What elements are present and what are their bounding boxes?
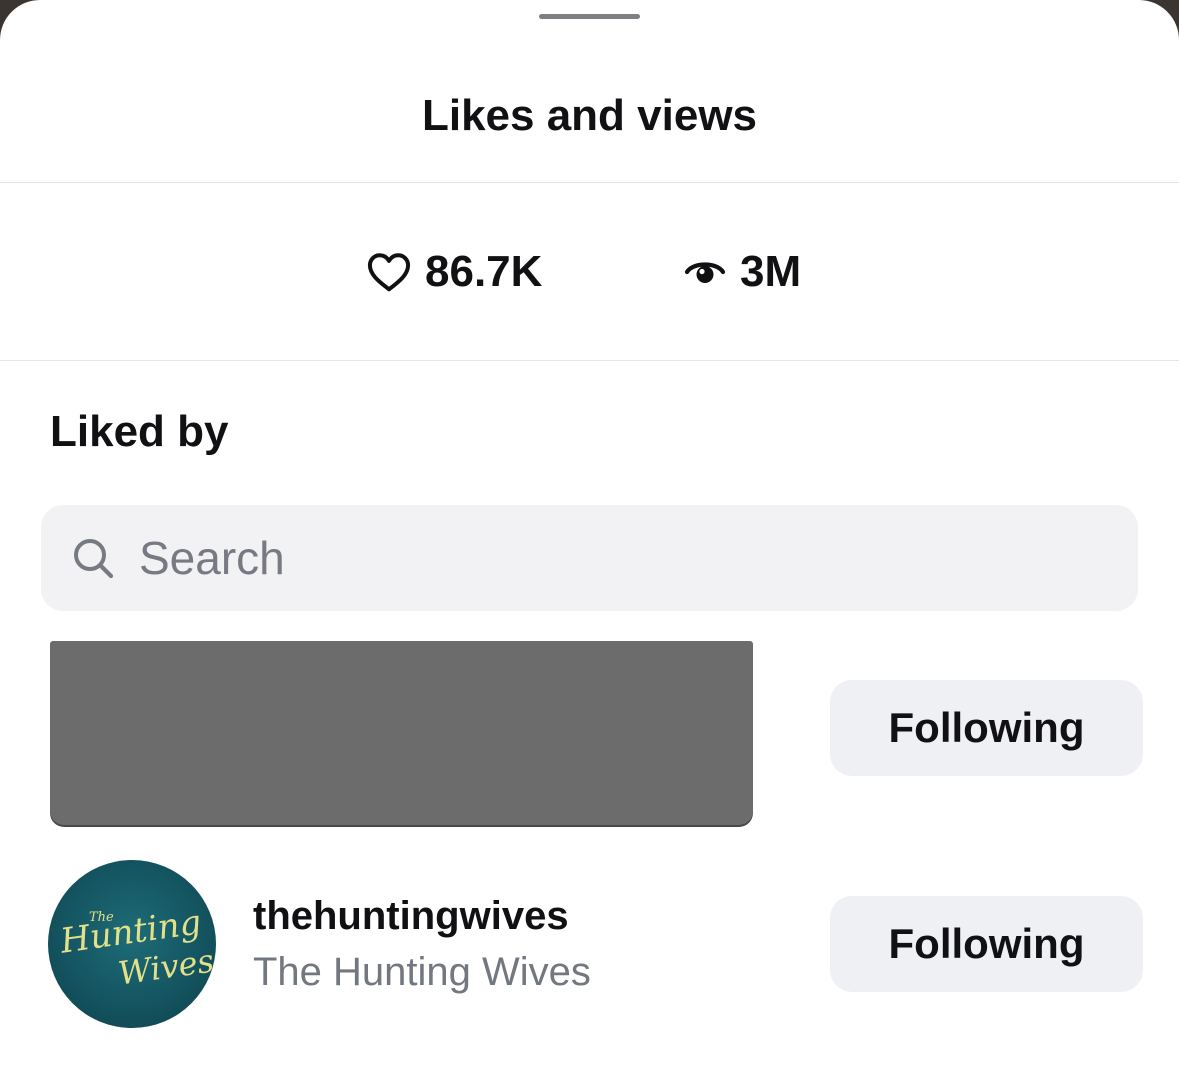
display-name: The Hunting Wives	[253, 950, 591, 994]
views-count: 3M	[740, 247, 802, 296]
redacted-user-row	[50, 641, 753, 825]
following-button[interactable]: Following	[830, 896, 1143, 992]
views-stat: 3M	[684, 242, 801, 302]
search-icon	[71, 536, 115, 580]
username[interactable]: thehuntingwives	[253, 892, 569, 940]
likes-stat: 86.7K	[367, 242, 542, 302]
eye-icon	[684, 255, 726, 289]
following-button[interactable]: Following	[830, 680, 1143, 776]
likes-count: 86.7K	[425, 247, 543, 296]
search-bar[interactable]	[41, 505, 1138, 611]
sheet-title: Likes and views	[421, 91, 758, 140]
heart-icon	[367, 252, 411, 292]
sheet-grabber-handle[interactable]	[539, 14, 640, 19]
liked-by-heading: Liked by	[50, 407, 229, 456]
avatar[interactable]: The Hunting Wives	[48, 860, 216, 1028]
header-divider	[0, 182, 1179, 183]
search-input[interactable]	[139, 531, 1039, 585]
stats-divider	[0, 360, 1179, 361]
likes-views-sheet: Likes and views 86.7K 3M Liked by Search…	[0, 0, 1179, 1065]
